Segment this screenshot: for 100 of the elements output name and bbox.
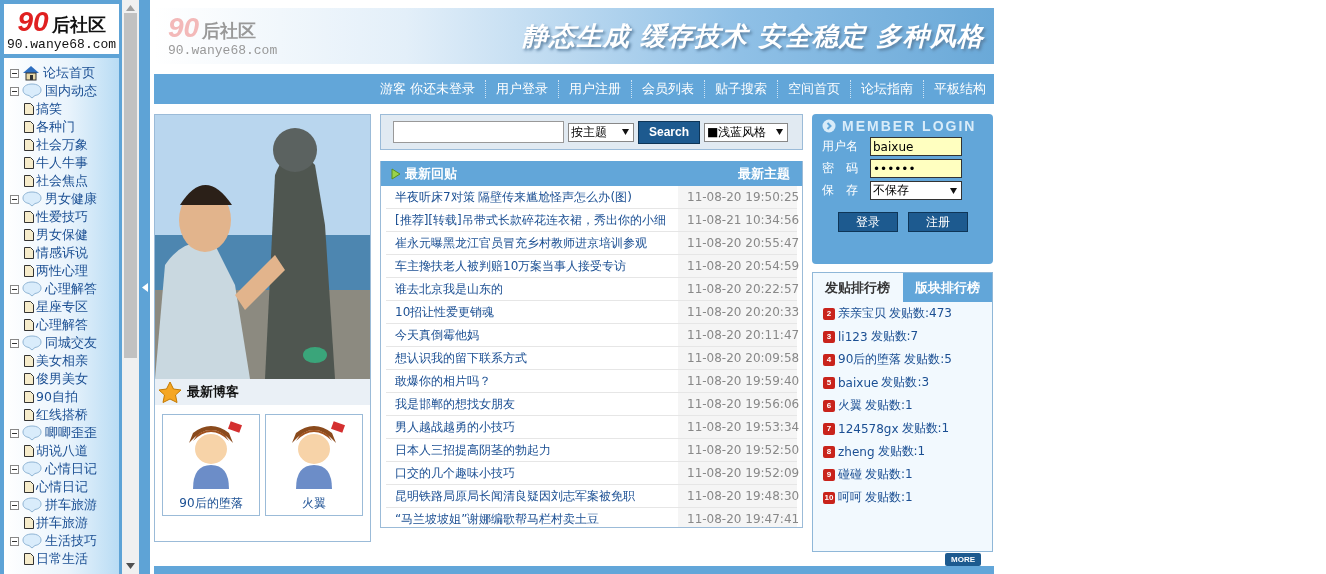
member-name[interactable]: baixue bbox=[838, 376, 879, 390]
tree-item[interactable]: 国内动态 bbox=[45, 82, 97, 100]
tree-item[interactable]: 拼车旅游 bbox=[45, 496, 97, 514]
search-field[interactable] bbox=[393, 121, 564, 144]
member-name[interactable]: li123 bbox=[838, 330, 868, 344]
login-title: MEMBER LOGIN bbox=[842, 118, 977, 135]
member-name[interactable]: 90后的堕落 bbox=[838, 351, 902, 369]
post-link[interactable]: 男人越战越勇的小技巧 bbox=[386, 416, 678, 439]
post-link[interactable]: [推荐][转载]吊带式长款碎花连衣裙，秀出你的小细 bbox=[386, 209, 678, 232]
password-field[interactable]: •••••• bbox=[870, 159, 962, 179]
collapse-icon[interactable] bbox=[10, 500, 19, 510]
tree-item[interactable]: 情感诉说 bbox=[36, 244, 88, 262]
post-link[interactable]: 崔永元曝黑龙江官员冒充乡村教师进京培训参观 bbox=[386, 232, 678, 255]
tree-item[interactable]: 搞笑 bbox=[36, 100, 62, 118]
post-time: 11-08-20 19:48:30 bbox=[678, 485, 797, 508]
post-link[interactable]: 日本人三招提高阴茎的勃起力 bbox=[386, 439, 678, 462]
post-time: 11-08-20 20:54:59 bbox=[678, 255, 797, 278]
tree-item[interactable]: 唧唧歪歪 bbox=[45, 424, 97, 442]
tree-item[interactable]: 俊男美女 bbox=[36, 370, 88, 388]
rank-badge: 8 bbox=[823, 446, 835, 458]
collapse-icon[interactable] bbox=[10, 338, 19, 348]
post-link[interactable]: 今天真倒霉他妈 bbox=[386, 324, 678, 347]
tree-item[interactable]: 日常生活 bbox=[36, 550, 88, 568]
collapse-icon[interactable] bbox=[10, 284, 19, 294]
more-button[interactable]: MORE bbox=[945, 553, 981, 567]
post-time: 11-08-20 20:09:58 bbox=[678, 347, 797, 370]
member-name[interactable]: 呵呵 bbox=[838, 489, 862, 507]
speech-bubble-icon bbox=[22, 461, 42, 477]
speech-bubble-icon bbox=[22, 425, 42, 441]
scope-select[interactable]: 按主题 bbox=[568, 123, 634, 142]
post-link[interactable]: 10招让性爱更销魂 bbox=[386, 301, 678, 324]
collapse-icon[interactable] bbox=[10, 428, 19, 438]
arrow-circle-icon bbox=[822, 119, 836, 134]
collapse-icon[interactable] bbox=[10, 464, 19, 474]
post-link[interactable]: 我是邯郸的想找女朋友 bbox=[386, 393, 678, 416]
logo[interactable]: 90后社区 90.wanye68.com bbox=[4, 4, 119, 58]
section-title: 最新博客 bbox=[187, 383, 239, 402]
sidebar-toggle[interactable] bbox=[139, 0, 150, 574]
tree-item[interactable]: 心情日记 bbox=[45, 460, 97, 478]
tree-item[interactable]: 心理解答 bbox=[36, 316, 88, 334]
speech-bubble-icon bbox=[22, 83, 42, 99]
tree-item[interactable]: 90自拍 bbox=[36, 388, 78, 406]
save-select[interactable]: 不保存 bbox=[870, 181, 962, 201]
search-button[interactable]: Search bbox=[638, 121, 701, 144]
collapse-icon[interactable] bbox=[10, 536, 19, 546]
tab[interactable]: 发贴排行榜 bbox=[813, 273, 903, 303]
document-icon bbox=[24, 175, 34, 187]
tree-item[interactable]: 美女相亲 bbox=[36, 352, 88, 370]
blog-card[interactable]: 火翼 bbox=[265, 414, 363, 517]
tree-item[interactable]: 星座专区 bbox=[36, 298, 88, 316]
member-name[interactable]: 亲亲宝贝 bbox=[838, 305, 886, 323]
post-count: 发贴数:7 bbox=[870, 328, 919, 346]
blogger-name[interactable]: 90后的堕落 bbox=[179, 495, 243, 513]
tree-item[interactable]: 两性心理 bbox=[36, 262, 88, 280]
post-time: 11-08-20 19:56:06 bbox=[678, 393, 797, 416]
member-name[interactable]: zheng bbox=[838, 445, 875, 459]
blogger-name[interactable]: 火翼 bbox=[302, 495, 326, 513]
tree-item[interactable]: 社会万象 bbox=[36, 136, 88, 154]
post-link[interactable]: 想认识我的留下联系方式 bbox=[386, 347, 678, 370]
username-field[interactable]: baixue bbox=[870, 137, 962, 157]
member-name[interactable]: 火翼 bbox=[838, 397, 862, 415]
star-icon bbox=[157, 381, 183, 404]
tree-item[interactable]: 性爱技巧 bbox=[36, 208, 88, 226]
collapse-arrow-icon bbox=[141, 282, 148, 292]
tree-item[interactable]: 同城交友 bbox=[45, 334, 97, 352]
tree-item[interactable]: 牛人牛事 bbox=[36, 154, 88, 172]
post-link[interactable]: 昆明铁路局原局长闻清良疑因刘志军案被免职 bbox=[386, 485, 678, 508]
post-count: 发贴数:5 bbox=[904, 351, 952, 369]
post-time: 11-08-20 19:52:09 bbox=[678, 462, 797, 485]
scrollbar-thumb[interactable] bbox=[124, 13, 137, 358]
speech-bubble-icon bbox=[22, 191, 42, 207]
tree-item[interactable]: 男女保健 bbox=[36, 226, 88, 244]
scroll-down-icon[interactable] bbox=[126, 563, 135, 569]
post-link[interactable]: 口交的几个趣味小技巧 bbox=[386, 462, 678, 485]
tree-item[interactable]: 拼车旅游 bbox=[36, 514, 88, 532]
tree-item[interactable]: 生活技巧 bbox=[45, 532, 97, 550]
post-link[interactable]: 谁去北京我是山东的 bbox=[386, 278, 678, 301]
tree-item[interactable]: 胡说八道 bbox=[36, 442, 88, 460]
post-link[interactable]: 半夜听床7对策 隔壁传来尴尬怪声怎么办(图) bbox=[386, 186, 678, 209]
tree-item[interactable]: 心理解答 bbox=[45, 280, 97, 298]
login-button[interactable]: 登录 bbox=[838, 212, 898, 233]
member-name[interactable]: 碰碰 bbox=[838, 466, 862, 484]
post-link[interactable]: 车主搀扶老人被判赔10万案当事人接受专访 bbox=[386, 255, 678, 278]
document-icon bbox=[24, 103, 34, 115]
collapse-icon[interactable] bbox=[10, 194, 19, 204]
post-link[interactable]: 敢爆你的相片吗？ bbox=[386, 370, 678, 393]
tree-item[interactable]: 各种门 bbox=[36, 118, 75, 136]
collapse-icon[interactable] bbox=[10, 86, 19, 96]
register-button[interactable]: 注册 bbox=[908, 212, 968, 233]
tree-item[interactable]: 红线搭桥 bbox=[36, 406, 88, 424]
blog-card[interactable]: 90后的堕落 bbox=[162, 414, 260, 517]
post-link[interactable]: “马兰坡坡姐”谢娜编歌帮马栏村卖土豆 bbox=[386, 508, 678, 528]
tree-item[interactable]: 社会焦点 bbox=[36, 172, 88, 190]
style-select[interactable]: ■浅蓝风格 bbox=[704, 123, 789, 142]
tree-item[interactable]: 论坛首页 bbox=[43, 64, 95, 82]
member-name[interactable]: 124578gx bbox=[838, 422, 899, 436]
collapse-icon[interactable] bbox=[10, 68, 19, 78]
rank-badge: 5 bbox=[823, 377, 835, 389]
tree-item[interactable]: 心情日记 bbox=[36, 478, 88, 496]
tree-item[interactable]: 男女健康 bbox=[45, 190, 97, 208]
